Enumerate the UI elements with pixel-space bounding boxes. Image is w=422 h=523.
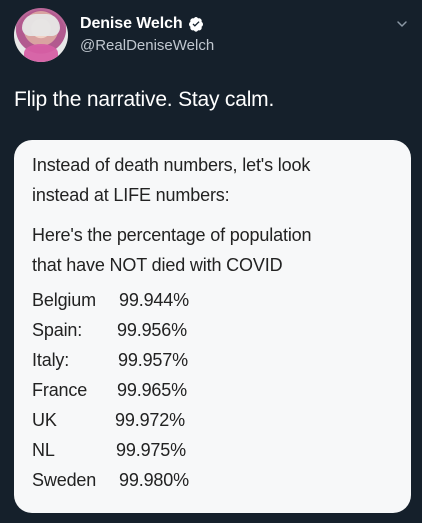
- avatar[interactable]: [14, 8, 68, 62]
- country-label: Belgium: [32, 290, 96, 310]
- list-item: France 99.965%: [32, 380, 393, 410]
- list-item: NL 99.975%: [32, 440, 393, 470]
- percentage-value: 99.956%: [117, 320, 188, 340]
- name-row: Denise Welch: [80, 14, 370, 34]
- country-label: NL: [32, 440, 55, 460]
- list-item: Sweden 99.980%: [32, 470, 393, 500]
- country-label: UK: [32, 410, 57, 430]
- percentage-value: 99.957%: [118, 350, 189, 370]
- intro-line-2: instead at LIFE numbers:: [32, 185, 230, 205]
- percentage-value: 99.965%: [117, 380, 188, 400]
- statistics-card: Instead of death numbers, let's look ins…: [14, 140, 411, 513]
- subtitle-line-2: that have NOT died with COVID: [32, 255, 283, 275]
- subtitle-line-1: Here's the percentage of population: [32, 225, 312, 245]
- list-item: Spain: 99.956%: [32, 320, 393, 350]
- country-stats-list: Belgium 99.944% Spain: 99.956% Italy: 99…: [32, 290, 393, 500]
- percentage-value: 99.980%: [119, 470, 190, 490]
- chevron-down-icon[interactable]: [394, 16, 410, 32]
- country-label: Sweden: [32, 470, 97, 490]
- percentage-value: 99.972%: [115, 410, 186, 430]
- user-info: Denise Welch @RealDeniseWelch: [80, 14, 370, 55]
- display-name[interactable]: Denise Welch: [80, 14, 183, 34]
- tweet: Denise Welch @RealDeniseWelch Flip the n…: [0, 0, 422, 523]
- verified-badge-icon: [188, 17, 203, 32]
- country-label: Spain:: [32, 320, 83, 340]
- list-item: UK 99.972%: [32, 410, 393, 440]
- country-label: Italy:: [32, 350, 70, 370]
- list-item: Belgium 99.944%: [32, 290, 393, 320]
- country-label: France: [32, 380, 88, 400]
- percentage-value: 99.975%: [116, 440, 187, 460]
- username-handle[interactable]: @RealDeniseWelch: [80, 37, 370, 55]
- intro-line-1: Instead of death numbers, let's look: [32, 155, 311, 175]
- list-item: Italy: 99.957%: [32, 350, 393, 380]
- tweet-text: Flip the narrative. Stay calm.: [14, 88, 275, 111]
- percentage-value: 99.944%: [119, 290, 190, 310]
